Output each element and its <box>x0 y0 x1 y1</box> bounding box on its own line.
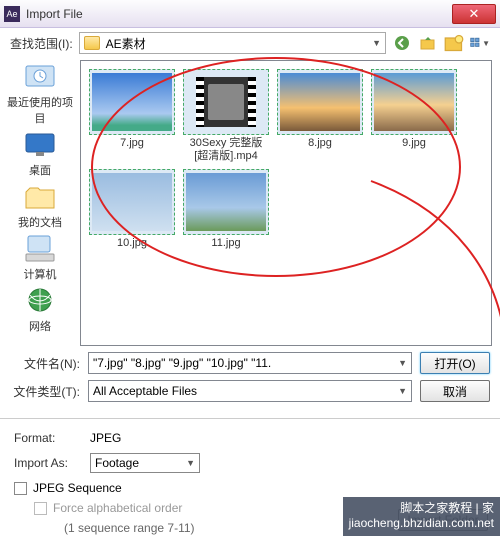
up-folder-button[interactable] <box>418 33 438 53</box>
chevron-down-icon: ▼ <box>482 39 490 48</box>
view-menu-button[interactable]: ▼ <box>470 33 490 53</box>
format-value: JPEG <box>90 431 121 445</box>
folder-dropdown[interactable]: AE素材 ▼ <box>79 32 386 54</box>
place-network[interactable]: 网络 <box>5 286 75 334</box>
jpeg-sequence-label: JPEG Sequence <box>33 481 122 495</box>
app-icon: Ae <box>4 6 20 22</box>
divider <box>0 418 500 419</box>
place-recent[interactable]: 最近使用的项目 <box>5 62 75 126</box>
filetype-dropdown[interactable]: All Acceptable Files ▼ <box>88 380 412 402</box>
filename-label: 文件名(N): <box>10 355 80 372</box>
toolbar: 查找范围(I): AE素材 ▼ ▼ <box>0 28 500 58</box>
filename-input[interactable]: "7.jpg" "8.jpg" "9.jpg" "10.jpg" "11. ▼ <box>88 352 412 374</box>
chevron-down-icon[interactable]: ▼ <box>398 386 407 396</box>
chevron-down-icon: ▼ <box>372 38 381 48</box>
lookin-label: 查找范围(I): <box>10 35 73 52</box>
chevron-down-icon[interactable]: ▼ <box>398 358 407 368</box>
places-bar: 最近使用的项目 桌面 我的文档 计算机 网络 <box>0 58 80 348</box>
file-item[interactable]: 9.jpg <box>371 69 457 163</box>
chevron-down-icon: ▼ <box>186 458 195 468</box>
video-thumbnail-icon <box>196 77 256 127</box>
importas-label: Import As: <box>14 456 78 470</box>
file-item[interactable]: 8.jpg <box>277 69 363 163</box>
place-documents[interactable]: 我的文档 <box>5 182 75 230</box>
open-button[interactable]: 打开(O) <box>420 352 490 374</box>
place-desktop[interactable]: 桌面 <box>5 130 75 178</box>
back-button[interactable] <box>392 33 412 53</box>
file-item[interactable]: 10.jpg <box>89 169 175 263</box>
folder-name: AE素材 <box>106 35 146 52</box>
titlebar: Ae Import File ✕ <box>0 0 500 28</box>
format-label: Format: <box>14 431 78 445</box>
file-item[interactable]: 30Sexy 完整版[超清版].mp4 <box>183 69 269 163</box>
window-title: Import File <box>26 7 452 21</box>
file-list[interactable]: 7.jpg 30Sexy 完整版[超清版].mp4 8.jpg 9.jpg 10… <box>80 60 492 346</box>
place-computer[interactable]: 计算机 <box>5 234 75 282</box>
close-button[interactable]: ✕ <box>452 4 496 24</box>
new-folder-button[interactable] <box>444 33 464 53</box>
file-item[interactable]: 11.jpg <box>183 169 269 263</box>
filetype-label: 文件类型(T): <box>10 383 80 400</box>
force-alpha-label: Force alphabetical order <box>53 501 182 515</box>
jpeg-sequence-checkbox[interactable] <box>14 482 27 495</box>
cancel-button[interactable]: 取消 <box>420 380 490 402</box>
watermark: 脚本之家教程 | 家 jiaocheng.bhzidian.com.net <box>343 497 500 536</box>
importas-dropdown[interactable]: Footage ▼ <box>90 453 200 473</box>
file-item[interactable]: 7.jpg <box>89 69 175 163</box>
force-alpha-checkbox <box>34 502 47 515</box>
folder-icon <box>84 36 100 50</box>
